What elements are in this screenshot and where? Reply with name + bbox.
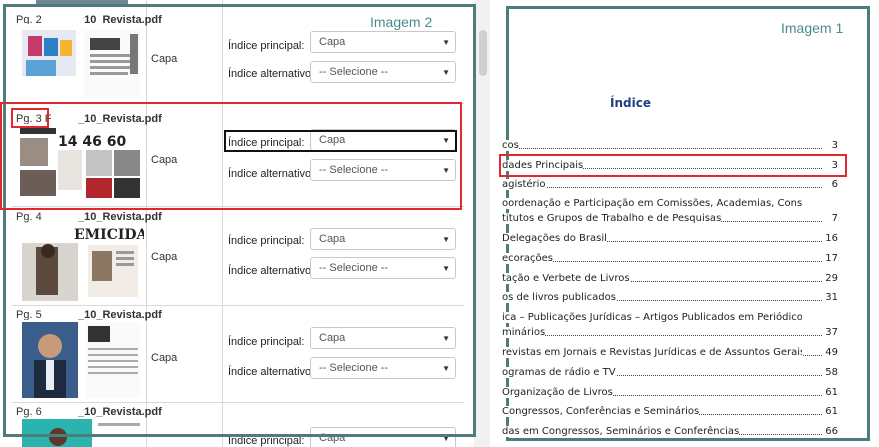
- highlight-main-index-box: [224, 130, 457, 152]
- highlight-page-number-box: [11, 108, 49, 128]
- image-2-caption: Imagem 2: [370, 14, 433, 30]
- image-1-caption: Imagem 1: [781, 20, 844, 36]
- toc-entry: revistas em Jornais e Revistas Jurídicas…: [502, 347, 838, 358]
- toc-entry: oordenação e Participação em Comissões, …: [502, 198, 802, 209]
- highlight-row-box: [0, 102, 462, 210]
- image-2-frame: [3, 4, 476, 437]
- toc-entry: ica – Publicações Jurídicas – Artigos Pu…: [502, 312, 802, 323]
- scrollbar-thumb[interactable]: [479, 30, 487, 76]
